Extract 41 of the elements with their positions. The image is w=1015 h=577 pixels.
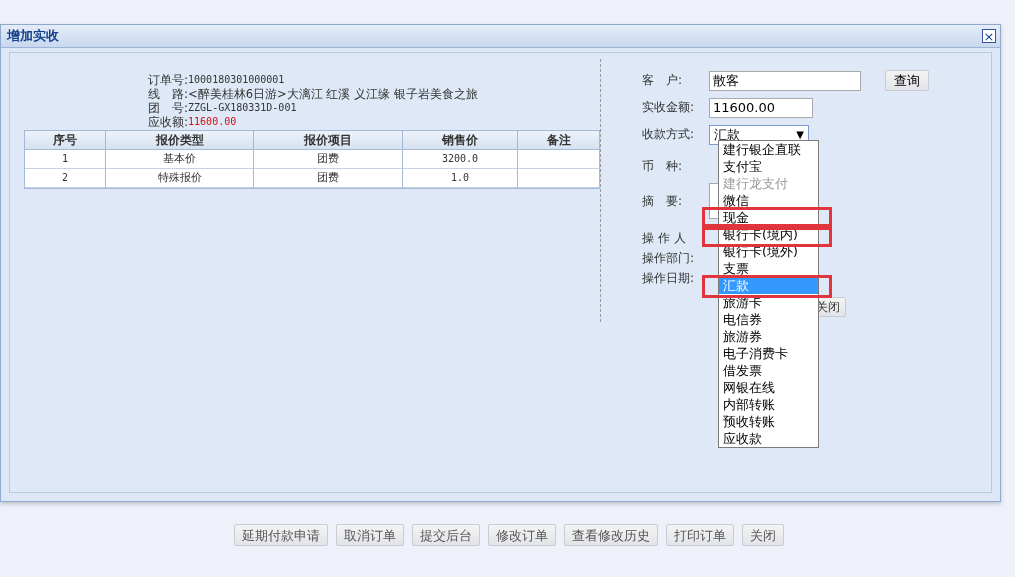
field-label: 操作部门:	[642, 249, 696, 267]
table-cell: 团费	[254, 150, 403, 169]
table-cell: 1.0	[403, 169, 518, 188]
action-button[interactable]: 延期付款申请	[234, 524, 328, 546]
info-label: 线 路:	[148, 87, 189, 101]
table-cell: 2	[25, 169, 106, 188]
action-button[interactable]: 查看修改历史	[564, 524, 658, 546]
column-header: 销售价	[403, 131, 518, 150]
close-button[interactable]: ×	[982, 29, 996, 43]
info-value: ZZGL-GX180331D-001	[188, 101, 297, 115]
query-button[interactable]: 查询	[885, 70, 929, 91]
column-header: 备注	[518, 131, 600, 150]
field-label: 实收金额:	[642, 99, 696, 116]
column-header: 报价项目	[254, 131, 403, 150]
table-cell: 3200.0	[403, 150, 518, 169]
info-label: 订单号:	[148, 73, 189, 87]
action-button[interactable]: 打印订单	[666, 524, 734, 546]
info-value: 1000180301000001	[188, 73, 285, 87]
info-label: 应收额:	[148, 115, 189, 129]
customer-field[interactable]: 散客	[709, 70, 861, 91]
dialog-title: 增加实收	[7, 27, 59, 45]
field-label: 收款方式:	[642, 126, 696, 143]
action-button[interactable]: 提交后台	[412, 524, 480, 546]
field-label: 摘 要:	[642, 192, 684, 210]
info-value: <醉美桂林6日游>大漓江 红溪 义江缘 银子岩美食之旅	[188, 87, 478, 101]
table-cell: 团费	[254, 169, 403, 188]
amount-field[interactable]: 11600.00	[709, 97, 813, 118]
info-value: 11600.00	[188, 115, 237, 129]
action-button[interactable]: 关闭	[742, 524, 784, 546]
field-label: 客 户:	[642, 72, 684, 89]
column-header: 报价类型	[106, 131, 254, 150]
field-label: 币 种:	[642, 157, 684, 175]
info-label: 团 号:	[148, 101, 189, 115]
action-button[interactable]: 取消订单	[336, 524, 404, 546]
column-header: 序号	[25, 131, 106, 150]
table-cell: 1	[25, 150, 106, 169]
table-cell: 特殊报价	[106, 169, 254, 188]
field-label: 操 作 人	[642, 229, 687, 247]
table-cell: 基本价	[106, 150, 254, 169]
field-label: 操作日期:	[642, 269, 696, 287]
action-button[interactable]: 修改订单	[488, 524, 556, 546]
